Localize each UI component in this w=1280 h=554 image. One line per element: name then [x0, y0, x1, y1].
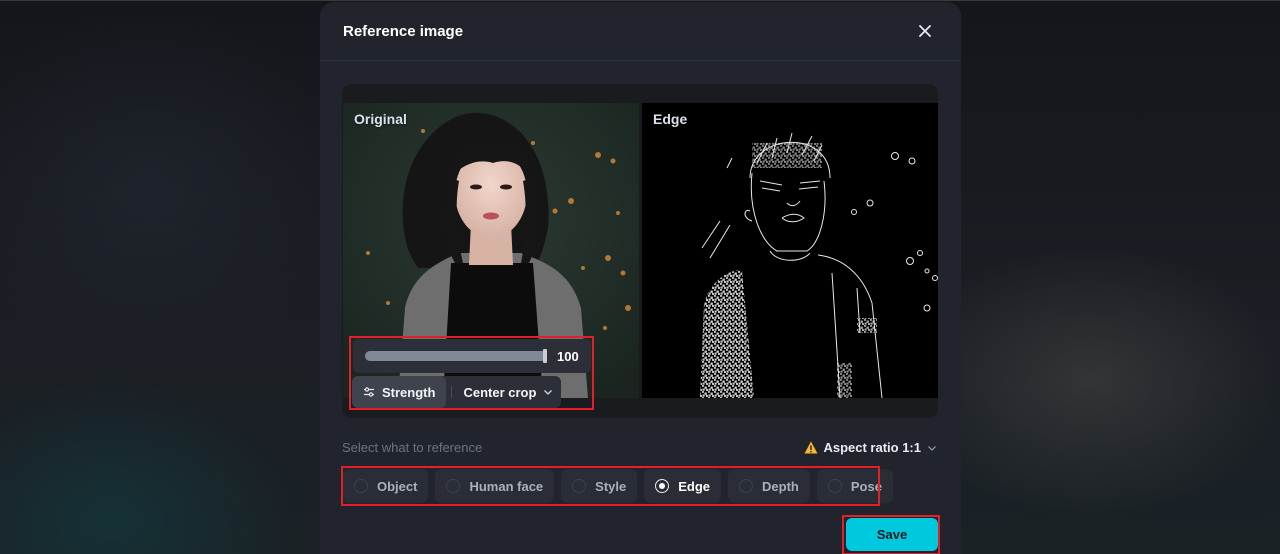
option-label: Human face	[469, 478, 544, 494]
option-human-face[interactable]: Human face	[435, 469, 555, 503]
strength-button-label: Strength	[382, 384, 436, 400]
strength-slider-row: 100	[353, 339, 591, 373]
option-label: Pose	[850, 478, 882, 494]
chevron-down-icon	[928, 445, 936, 451]
chevron-down-icon	[544, 390, 553, 395]
divider	[451, 386, 453, 398]
strength-value: 100	[557, 348, 579, 364]
option-object[interactable]: Object	[343, 469, 429, 503]
edge-map	[700, 132, 938, 398]
reference-image-modal: Reference image Original Edge 100 Streng…	[320, 2, 961, 554]
save-button[interactable]: Save	[846, 518, 938, 551]
close-button[interactable]	[913, 19, 937, 43]
option-depth[interactable]: Depth	[728, 469, 810, 503]
crop-dropdown[interactable]: Center crop	[460, 385, 554, 400]
original-label: Original	[354, 111, 407, 127]
strength-slider-thumb[interactable]	[543, 349, 547, 363]
strength-slider[interactable]	[365, 349, 547, 363]
edge-label: Edge	[653, 111, 688, 127]
aspect-ratio-dropdown[interactable]: Aspect ratio 1:1	[804, 440, 938, 455]
strength-slider-fill	[365, 351, 547, 361]
radio-icon	[572, 479, 587, 493]
option-label: Edge	[678, 478, 711, 494]
radio-icon	[827, 479, 842, 493]
strength-button[interactable]: Strength	[352, 376, 447, 408]
radio-icon	[446, 479, 461, 493]
modal-header: Reference image	[320, 2, 961, 61]
reference-options: Object Human face Style Edge Depth Pose	[343, 469, 893, 503]
close-icon	[919, 25, 931, 37]
option-label: Style	[595, 478, 627, 494]
radio-icon	[655, 479, 670, 493]
option-label: Depth	[762, 478, 799, 494]
sliders-icon	[364, 387, 374, 397]
warning-icon	[804, 441, 818, 454]
top-border	[0, 0, 1280, 1]
option-pose[interactable]: Pose	[816, 469, 893, 503]
edge-image: Edge	[642, 103, 938, 398]
option-edge[interactable]: Edge	[644, 469, 722, 503]
aspect-ratio-label: Aspect ratio 1:1	[823, 440, 921, 455]
option-style[interactable]: Style	[561, 469, 638, 503]
modal-title: Reference image	[343, 22, 464, 40]
crop-dropdown-label: Center crop	[463, 384, 537, 400]
control-buttons: Strength Center crop	[352, 376, 561, 408]
reference-label: Select what to reference	[342, 440, 483, 455]
radio-icon	[354, 479, 368, 493]
radio-icon	[739, 479, 754, 493]
preview-area: Original Edge 100 Strength Center crop	[342, 84, 938, 418]
option-label: Object	[377, 478, 418, 494]
